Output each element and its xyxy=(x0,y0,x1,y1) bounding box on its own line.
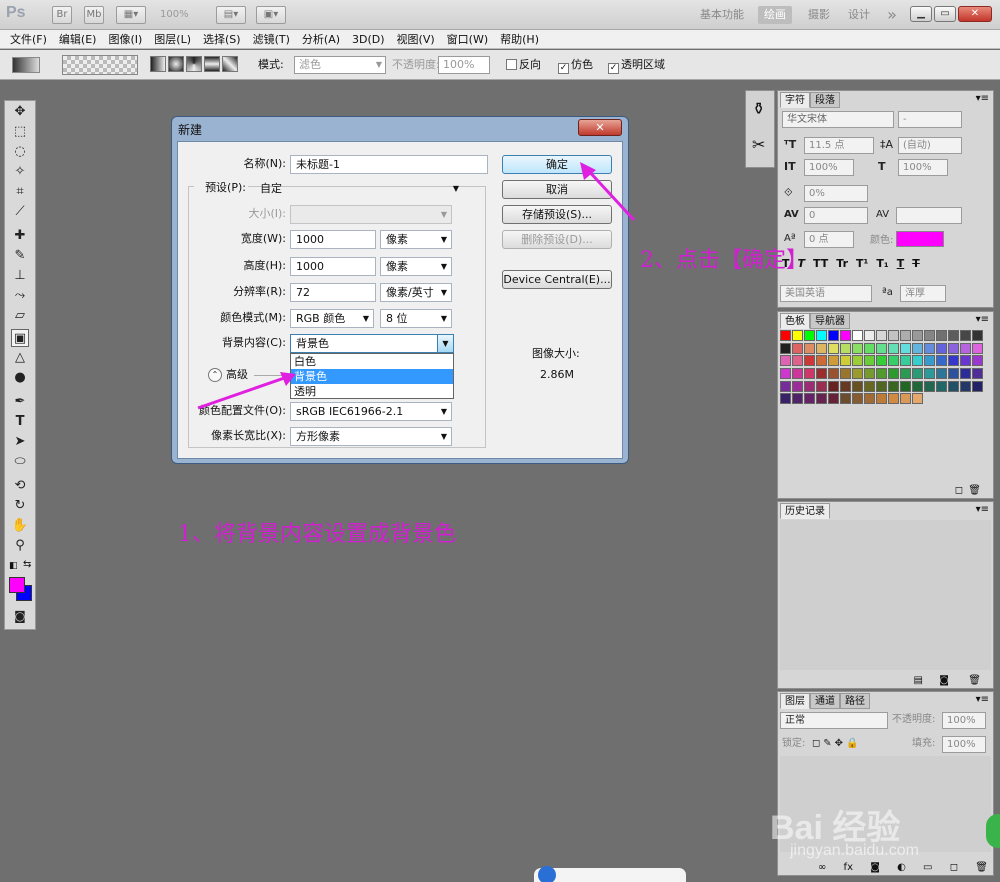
arrow-to-ok-button xyxy=(584,166,636,222)
side-widget[interactable] xyxy=(986,814,1000,848)
annotation-arrows xyxy=(197,162,636,410)
floating-search-icon[interactable] xyxy=(538,866,556,882)
floating-toolbar xyxy=(534,866,686,882)
arrow-to-background-option xyxy=(197,374,291,410)
watermark-url: jingyan.baidu.com xyxy=(790,842,919,859)
